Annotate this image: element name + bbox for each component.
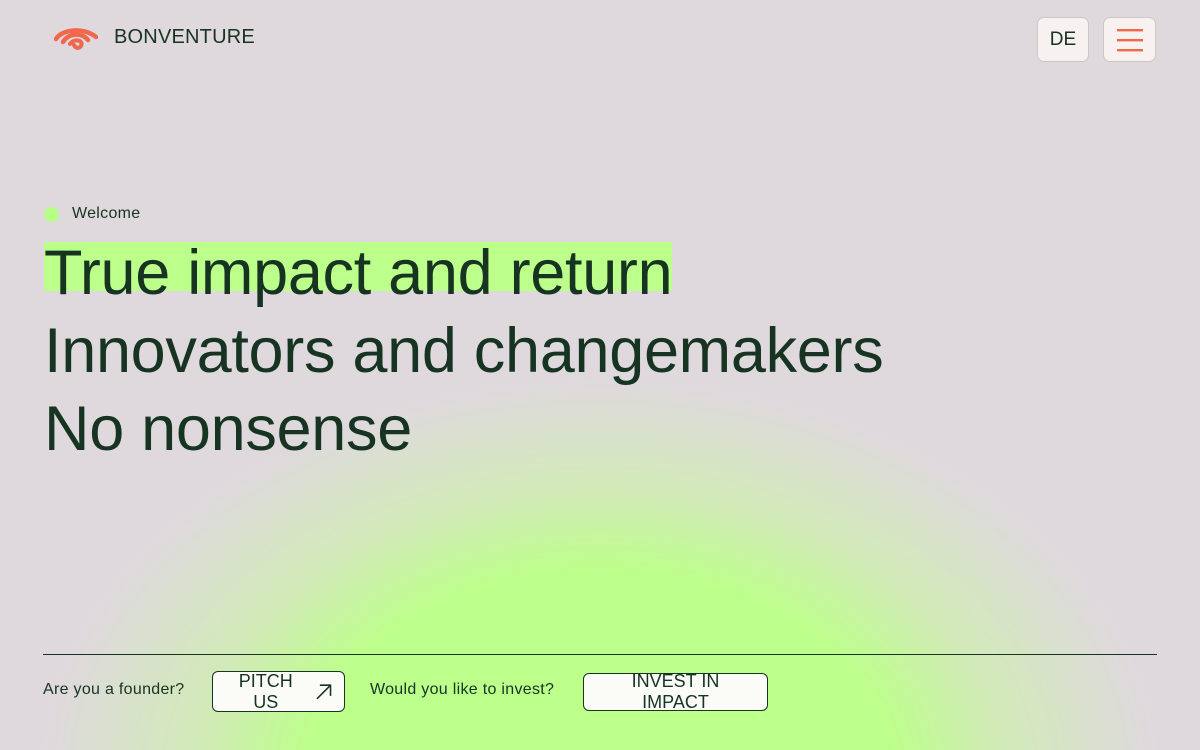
headline-line-2: Innovators and changemakers: [44, 316, 884, 386]
divider: [43, 654, 1157, 655]
arrow-up-right-icon: [315, 683, 331, 699]
pitch-us-label: PITCH US: [238, 670, 293, 712]
investor-prompt: Would you like to invest?: [370, 681, 555, 698]
founder-prompt: Are you a founder?: [43, 681, 185, 698]
menu-button[interactable]: [1103, 17, 1156, 62]
language-switch-button[interactable]: DE: [1037, 17, 1089, 62]
invest-in-impact-button[interactable]: INVEST IN IMPACT: [583, 671, 768, 712]
welcome-label: Welcome: [72, 205, 141, 222]
welcome-eyebrow: Welcome: [44, 205, 141, 223]
status-dot-icon: [44, 206, 59, 222]
brand-name[interactable]: BONVENTURE: [114, 26, 255, 49]
logo-icon[interactable]: [54, 24, 98, 52]
hamburger-menu-icon: [1116, 28, 1143, 51]
headline-line-1: True impact and return: [44, 238, 673, 308]
headline-line-3: No nonsense: [44, 394, 412, 464]
pitch-us-button[interactable]: PITCH US: [212, 671, 345, 712]
headline-highlight: True impact and return: [44, 238, 673, 308]
